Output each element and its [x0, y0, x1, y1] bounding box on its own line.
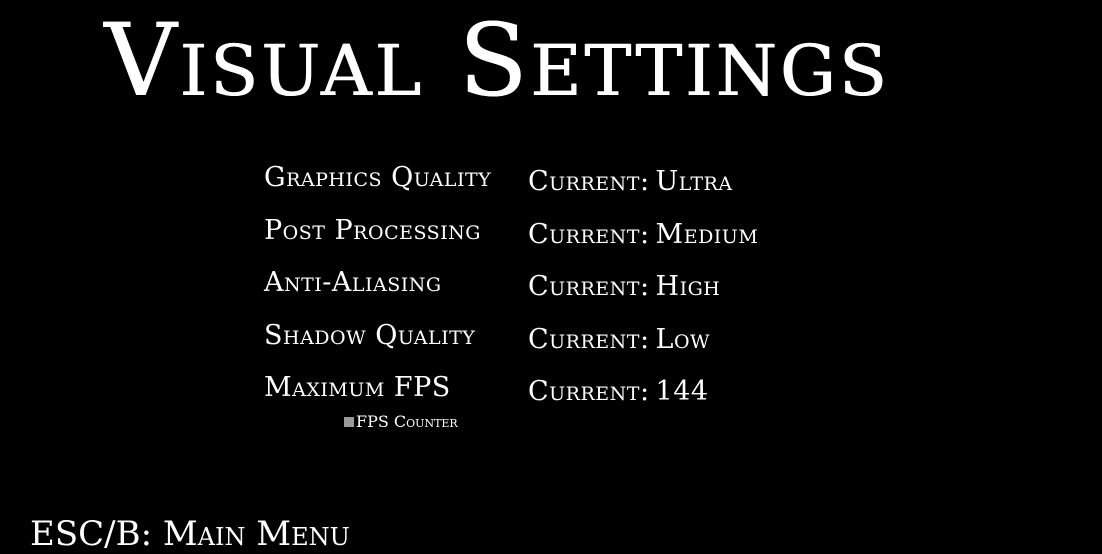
setting-label-post-processing: Post Processing — [264, 215, 481, 246]
back-to-main-menu-hint[interactable]: ESC/B: Main Menu — [30, 514, 350, 554]
setting-value-shadow-quality[interactable]: Current: Low — [528, 322, 710, 358]
fps-counter-toggle[interactable]: FPS Counter — [344, 412, 458, 432]
current-prefix: Current: — [528, 376, 650, 407]
current-prefix: Current: — [528, 324, 650, 355]
page-title: Visual Settings — [104, 2, 890, 119]
current-value: 144 — [655, 376, 709, 407]
setting-label-anti-aliasing: Anti-Aliasing — [264, 267, 442, 298]
current-value: Ultra — [655, 166, 733, 197]
fps-counter-checkbox[interactable] — [344, 416, 354, 427]
setting-label-shadow-quality: Shadow Quality — [264, 320, 476, 351]
current-value: High — [655, 271, 721, 302]
setting-value-maximum-fps[interactable]: Current: 144 — [528, 374, 709, 410]
current-value: Low — [655, 324, 711, 355]
setting-label-graphics-quality: Graphics Quality — [264, 162, 492, 193]
setting-value-graphics-quality[interactable]: Current: Ultra — [528, 164, 733, 200]
current-prefix: Current: — [528, 271, 650, 302]
fps-counter-label: FPS Counter — [356, 412, 458, 431]
current-prefix: Current: — [528, 219, 650, 250]
current-prefix: Current: — [528, 166, 650, 197]
setting-value-post-processing[interactable]: Current: Medium — [528, 217, 758, 253]
current-value: Medium — [655, 219, 759, 250]
setting-value-anti-aliasing[interactable]: Current: High — [528, 269, 720, 305]
setting-label-maximum-fps: Maximum FPS — [264, 372, 451, 403]
